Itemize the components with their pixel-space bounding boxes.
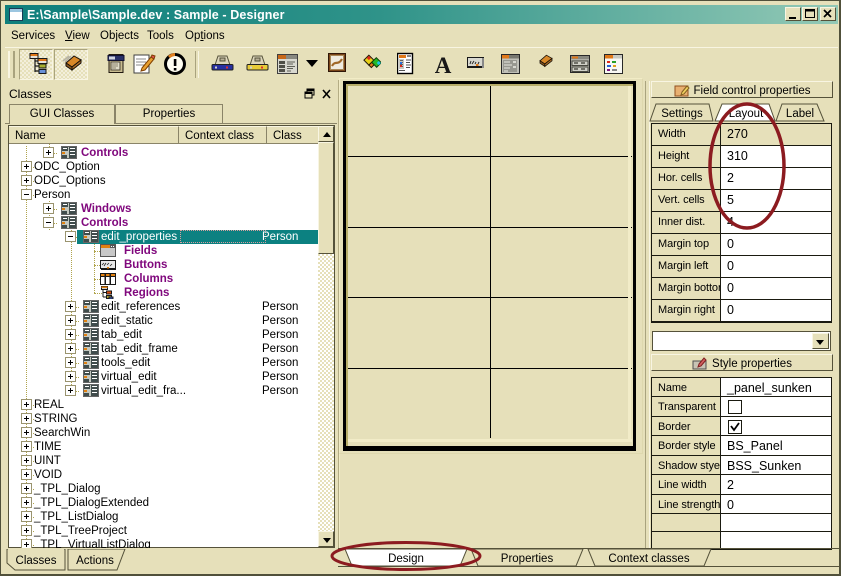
svg-text:Classes: Classes [16, 555, 57, 567]
svg-text:Settings: Settings [661, 108, 703, 120]
svg-text:A: A [435, 53, 452, 78]
svg-text:Properties: Properties [501, 553, 554, 565]
svg-text:Context classes: Context classes [608, 553, 689, 565]
svg-text:Actions: Actions [76, 555, 114, 567]
